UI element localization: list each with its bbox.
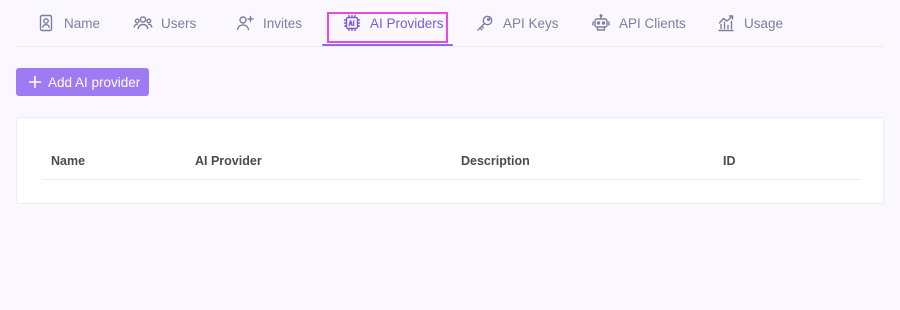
key-icon: [475, 13, 495, 33]
tab-invites[interactable]: Invites: [235, 0, 302, 46]
add-ai-provider-label: Add AI provider: [48, 74, 141, 90]
user-plus-icon: [235, 13, 255, 33]
ai-chip-icon: [342, 13, 362, 33]
tab-name[interactable]: Name: [36, 0, 100, 46]
tab-bar: Name Users Invites AI Providers API Keys…: [16, 0, 884, 47]
tab-ai-providers-label: AI Providers: [370, 15, 444, 31]
column-header-name[interactable]: Name: [51, 154, 85, 168]
tab-invites-label: Invites: [263, 15, 303, 31]
tab-api-clients[interactable]: API Clients: [591, 0, 686, 46]
column-header-ai-provider[interactable]: AI Provider: [195, 154, 262, 168]
id-badge-icon: [36, 13, 56, 33]
table-header-row: Name AI Provider Description ID: [42, 139, 861, 180]
plus-icon: [28, 75, 42, 89]
tab-usage-label: Usage: [744, 15, 784, 31]
tab-api-clients-label: API Clients: [619, 15, 686, 31]
users-icon: [133, 13, 153, 33]
tab-ai-providers[interactable]: AI Providers: [342, 0, 444, 46]
tab-name-label: Name: [64, 15, 101, 31]
column-header-id[interactable]: ID: [723, 154, 736, 168]
tab-users-label: Users: [161, 15, 197, 31]
tab-usage[interactable]: Usage: [716, 0, 783, 46]
column-header-description[interactable]: Description: [461, 154, 530, 168]
add-ai-provider-button[interactable]: Add AI provider: [16, 68, 149, 96]
tab-api-keys[interactable]: API Keys: [475, 0, 559, 46]
tab-api-keys-label: API Keys: [503, 15, 559, 31]
tab-users[interactable]: Users: [133, 0, 196, 46]
chart-icon: [716, 13, 736, 33]
active-tab-indicator: [322, 44, 453, 46]
providers-table: Name AI Provider Description ID: [16, 117, 884, 204]
robot-icon: [591, 13, 611, 33]
